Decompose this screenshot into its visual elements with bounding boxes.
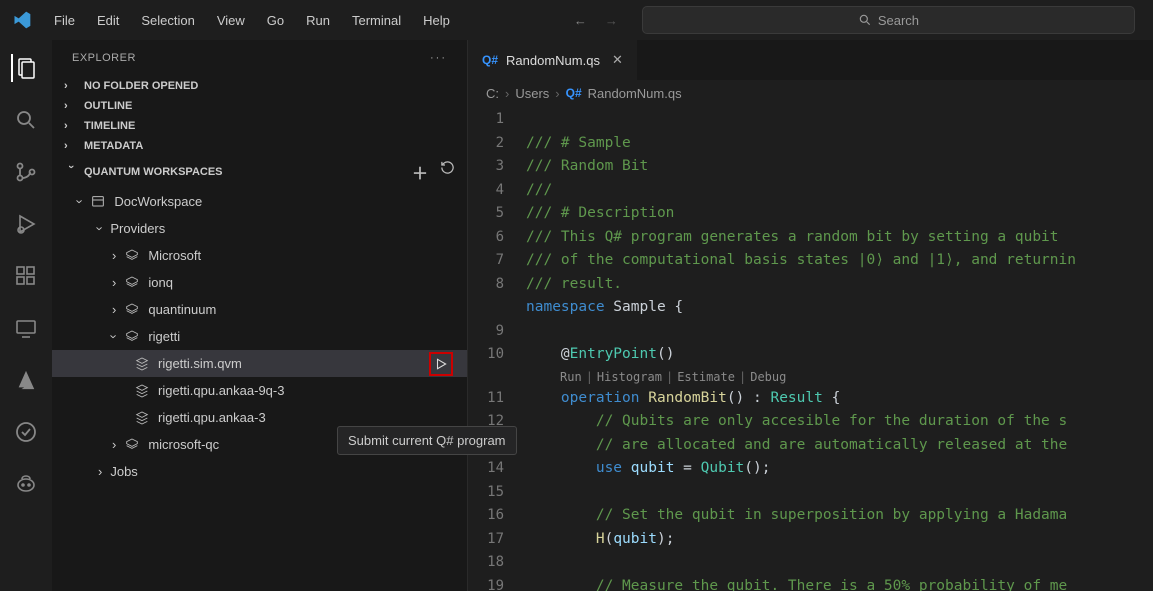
tab-filename: RandomNum.qs	[506, 53, 600, 68]
codelens[interactable]: Run|Histogram|Estimate|Debug	[526, 367, 1153, 387]
chevron-right-icon: ›	[505, 86, 509, 101]
submit-program-tooltip: Submit current Q# program	[337, 426, 517, 455]
provider-icon	[124, 248, 140, 264]
target-icon	[134, 410, 150, 426]
run-debug-icon[interactable]	[12, 210, 40, 238]
search-icon[interactable]	[12, 106, 40, 134]
line-number-gutter: 1 2 3 4 5 6 7 8 9 10 11 12 13 14 15 16 1…	[468, 106, 526, 591]
chevron-down-icon: ›	[65, 165, 77, 179]
code-editor[interactable]: /// # Sample /// Random Bit /// /// # De…	[526, 106, 1153, 591]
chevron-down-icon: ›	[93, 226, 108, 230]
section-timeline[interactable]: › TIMELINE	[52, 116, 467, 136]
provider-microsoft[interactable]: › Microsoft	[52, 242, 467, 269]
source-control-icon[interactable]	[12, 158, 40, 186]
section-outline[interactable]: › OUTLINE	[52, 96, 467, 116]
provider-icon	[124, 437, 140, 453]
chevron-right-icon: ›	[64, 140, 78, 152]
nav-back-icon[interactable]: ←	[574, 13, 587, 28]
target-icon	[134, 383, 150, 399]
target-rigetti-sim-qvm[interactable]: rigetti.sim.qvm	[52, 350, 467, 377]
provider-ionq[interactable]: › ionq	[52, 269, 467, 296]
breadcrumb[interactable]: C: › Users › Q# RandomNum.qs	[468, 80, 1153, 106]
chevron-right-icon: ›	[112, 248, 116, 263]
provider-icon	[124, 302, 140, 318]
submit-program-button[interactable]	[429, 352, 453, 376]
testing-icon[interactable]	[12, 418, 40, 446]
refresh-icon[interactable]	[440, 160, 455, 184]
chevron-right-icon: ›	[112, 437, 116, 452]
extensions-icon[interactable]	[12, 262, 40, 290]
add-workspace-icon[interactable]: ＋	[412, 160, 428, 184]
chevron-right-icon: ›	[64, 80, 78, 92]
provider-quantinuum[interactable]: › quantinuum	[52, 296, 467, 323]
qsharp-badge-icon: Q#	[566, 86, 582, 100]
close-tab-icon[interactable]: ✕	[612, 52, 623, 68]
workspace-icon	[90, 194, 106, 210]
target-rigetti-qpu-ankaa-9q-3[interactable]: rigetti.qpu.ankaa-9q-3	[52, 377, 467, 404]
section-no-folder[interactable]: › NO FOLDER OPENED	[52, 76, 467, 96]
qsharp-badge-icon: Q#	[482, 53, 498, 67]
jobs-node[interactable]: › Jobs	[52, 458, 467, 485]
remote-icon[interactable]	[12, 314, 40, 342]
menu-view[interactable]: View	[207, 9, 255, 32]
menu-help[interactable]: Help	[413, 9, 460, 32]
vscode-logo-icon	[8, 10, 36, 30]
explorer-icon[interactable]	[11, 54, 39, 82]
chevron-down-icon: ›	[107, 334, 122, 338]
provider-rigetti[interactable]: › rigetti	[52, 323, 467, 350]
provider-icon	[124, 275, 140, 291]
search-placeholder: Search	[878, 13, 919, 28]
chevron-right-icon: ›	[64, 100, 78, 112]
menu-edit[interactable]: Edit	[87, 9, 129, 32]
more-actions-icon[interactable]: ···	[430, 52, 447, 64]
chevron-right-icon: ›	[112, 275, 116, 290]
chevron-right-icon: ›	[112, 302, 116, 317]
menu-go[interactable]: Go	[257, 9, 294, 32]
target-icon	[134, 356, 150, 372]
sidebar-title: EXPLORER	[72, 52, 136, 64]
chevron-down-icon: ›	[73, 199, 88, 203]
provider-icon	[124, 329, 140, 345]
menu-run[interactable]: Run	[296, 9, 340, 32]
chevron-right-icon: ›	[555, 86, 559, 101]
section-quantum-workspaces[interactable]: › QUANTUM WORKSPACES ＋	[52, 156, 467, 188]
menu-file[interactable]: File	[44, 9, 85, 32]
copilot-icon[interactable]	[12, 470, 40, 498]
command-center-search[interactable]: Search	[642, 6, 1135, 34]
section-metadata[interactable]: › METADATA	[52, 136, 467, 156]
chevron-right-icon: ›	[64, 120, 78, 132]
chevron-right-icon: ›	[98, 464, 102, 479]
nav-forward-icon[interactable]: →	[605, 13, 618, 28]
providers-node[interactable]: › Providers	[52, 215, 467, 242]
workspace-docworkspace[interactable]: › DocWorkspace	[52, 188, 467, 215]
azure-icon[interactable]	[12, 366, 40, 394]
menu-terminal[interactable]: Terminal	[342, 9, 411, 32]
menu-selection[interactable]: Selection	[131, 9, 204, 32]
tab-randomnum-qs[interactable]: Q# RandomNum.qs ✕	[468, 40, 637, 80]
